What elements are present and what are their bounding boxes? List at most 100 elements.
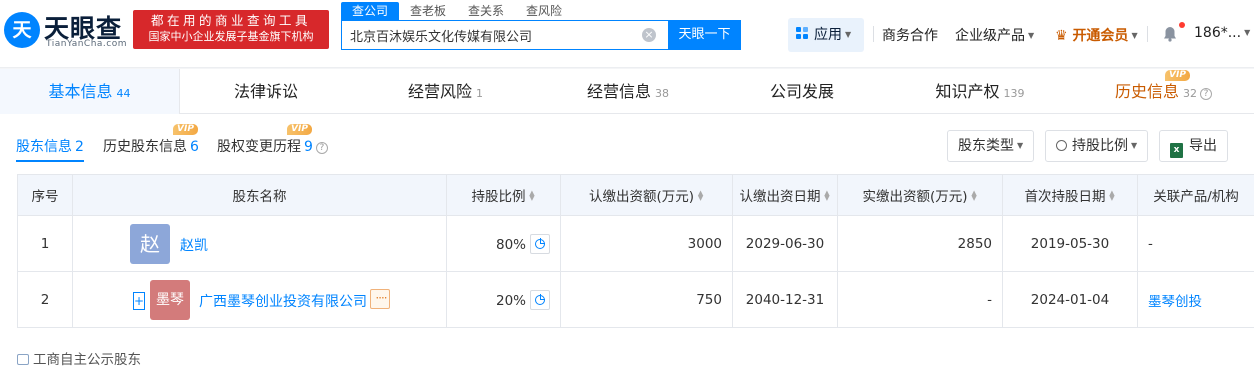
- pie-chart-icon[interactable]: [530, 233, 550, 254]
- col-subscribed-amount[interactable]: 认缴出资额(万元) ▲ ▼: [560, 174, 733, 216]
- search-button[interactable]: 天眼一下: [668, 20, 741, 50]
- search-tab-relation[interactable]: 查关系: [457, 2, 515, 20]
- chevron-down-icon: ▼: [1017, 141, 1024, 150]
- tab-count: 32: [1183, 87, 1197, 100]
- chevron-down-icon: ▼: [1131, 31, 1138, 40]
- share-ratio-cell: 20%: [446, 271, 561, 328]
- share-ratio-filter[interactable]: 持股比例 ▼: [1045, 130, 1149, 162]
- subscribe-date: 2029-06-30: [732, 215, 838, 272]
- shareholder-type-filter[interactable]: 股东类型 ▼: [947, 130, 1035, 162]
- sort-icon[interactable]: ▲ ▼: [971, 190, 978, 202]
- table-header-row: 序号 股东名称 持股比例 ▲ ▼ 认缴出资额(万元) ▲ ▼ 认缴出资日期 ▲ ▼ 实缴出资…: [17, 174, 1254, 216]
- clear-icon[interactable]: ×: [642, 28, 656, 42]
- col-paid-amount[interactable]: 实缴出资额(万元) ▲ ▼: [837, 174, 1003, 216]
- enterprise-label: 企业级产品: [955, 28, 1025, 44]
- col-label: 认缴出资额(万元): [588, 189, 695, 205]
- shareholder-table: 序号 股东名称 持股比例 ▲ ▼ 认缴出资额(万元) ▲ ▼ 认缴出资日期 ▲ ▼ 实缴出资…: [17, 174, 1254, 328]
- shareholder-cell: 赵 赵凯: [72, 215, 447, 272]
- chevron-down-icon: ▼: [1244, 28, 1251, 37]
- chevron-down-icon: ▼: [1131, 141, 1138, 150]
- avatar: 墨琴: [150, 280, 190, 320]
- crown-icon: ♛: [1055, 28, 1068, 44]
- active-subtab-indicator: [16, 160, 84, 162]
- vip-badge: VIP: [1165, 70, 1190, 81]
- col-related-products: 关联产品/机构: [1137, 174, 1254, 216]
- table-row: 1 赵 赵凯 80% 3000 2029-06-30 2850 2019-05-…: [17, 215, 1254, 272]
- col-share-ratio[interactable]: 持股比例 ▲ ▼: [446, 174, 561, 216]
- subtab-shareholders[interactable]: 股东信息 2: [16, 136, 84, 156]
- first-holding-date: 2024-01-04: [1002, 271, 1138, 328]
- bell-icon[interactable]: [1163, 26, 1177, 42]
- subtab-label: 历史股东信息: [103, 139, 187, 155]
- subscribe-date: 2040-12-31: [732, 271, 838, 328]
- logo-mark: 天: [4, 12, 40, 48]
- help-icon[interactable]: ?: [315, 142, 328, 154]
- help-icon[interactable]: ?: [1200, 88, 1212, 100]
- expand-button[interactable]: +: [133, 292, 145, 310]
- tab-company-development[interactable]: 公司发展: [717, 69, 887, 114]
- export-button[interactable]: x 导出: [1159, 130, 1228, 162]
- tab-litigation[interactable]: 法律诉讼: [180, 69, 352, 114]
- slogan-banner[interactable]: 都在用的商业查询工具 国家中小企业发展子基金旗下机构: [133, 10, 329, 49]
- sort-icon[interactable]: ▲ ▼: [529, 190, 536, 202]
- divider: [1147, 26, 1148, 42]
- sort-icon[interactable]: ▲ ▼: [824, 190, 831, 202]
- tab-label: 法律诉讼: [233, 82, 298, 101]
- apps-grid-icon: [796, 27, 809, 40]
- shareholder-name-link[interactable]: 赵凯: [180, 235, 208, 255]
- tab-label: 基本信息: [48, 82, 113, 101]
- avatar: 赵: [130, 224, 170, 264]
- tab-basic-info[interactable]: 基本信息 44: [0, 69, 180, 114]
- col-first-holding-date[interactable]: 首次持股日期 ▲ ▼: [1002, 174, 1138, 216]
- apps-button[interactable]: 应用 ▼: [788, 18, 864, 52]
- sort-icon[interactable]: ▲ ▼: [697, 190, 704, 202]
- enterprise-products-menu[interactable]: 企业级产品 ▼: [955, 25, 1034, 45]
- tab-count: 38: [655, 87, 669, 100]
- related-products: -: [1137, 215, 1254, 272]
- search-tab-risk[interactable]: 查风险: [515, 2, 573, 20]
- excel-icon: x: [1170, 143, 1183, 158]
- tab-label: 公司发展: [769, 82, 834, 101]
- export-label: 导出: [1189, 138, 1217, 154]
- related-product-link[interactable]: 墨琴创投: [1137, 271, 1254, 328]
- business-link[interactable]: 商务合作: [882, 25, 938, 45]
- subtab-history-shareholders[interactable]: 历史股东信息 6: [103, 136, 199, 156]
- col-index: 序号: [17, 174, 73, 216]
- col-subscribe-date[interactable]: 认缴出资日期 ▲ ▼: [732, 174, 838, 216]
- vip-menu[interactable]: ♛ 开通会员 ▼: [1055, 25, 1138, 45]
- subtab-equity-changes[interactable]: 股权变更历程 9?: [217, 136, 328, 156]
- first-holding-date: 2019-05-30: [1002, 215, 1138, 272]
- shareholder-name-link[interactable]: 广西墨琴创业投资有限公司: [199, 291, 367, 311]
- vip-badge: VIP: [287, 124, 312, 135]
- tab-history-info[interactable]: 历史信息 32?: [1073, 69, 1254, 114]
- logo[interactable]: 天 天眼查 TianYanCha.com: [4, 8, 128, 52]
- public-shareholder-note[interactable]: 工商自主公示股东: [17, 348, 141, 368]
- row-index: 1: [17, 215, 73, 272]
- subtab-label: 股东信息: [16, 139, 72, 155]
- search-type-tabs: 查公司 查老板 查关系 查风险: [341, 2, 573, 20]
- tab-count: 1: [476, 87, 483, 100]
- slogan-line2: 国家中小企业发展子基金旗下机构: [148, 30, 314, 43]
- subtab-count: 9: [304, 139, 313, 155]
- user-menu[interactable]: 186*... ▼: [1194, 25, 1250, 41]
- tab-label: 历史信息: [1114, 82, 1179, 101]
- logo-domain: TianYanCha.com: [46, 39, 128, 49]
- apps-label: 应用: [814, 27, 842, 43]
- tab-intellectual-property[interactable]: 知识产权 139: [887, 69, 1073, 114]
- paid-amount: -: [837, 271, 1003, 328]
- tab-operating-risk[interactable]: 经营风险 1: [352, 69, 539, 114]
- shareholder-cell: + 墨琴 广西墨琴创业投资有限公司 ᠁: [72, 271, 447, 328]
- enterprise-tag-icon[interactable]: ᠁: [370, 289, 390, 309]
- pie-chart-icon[interactable]: [530, 289, 550, 310]
- percent-icon: [1056, 140, 1067, 151]
- search-tab-boss[interactable]: 查老板: [399, 2, 457, 20]
- top-header: 天 天眼查 TianYanCha.com 都在用的商业查询工具 国家中小企业发展…: [0, 0, 1254, 68]
- subtab-label: 股权变更历程: [217, 139, 301, 155]
- tab-operating-info[interactable]: 经营信息 38: [539, 69, 717, 114]
- search-tab-company[interactable]: 查公司: [341, 2, 400, 20]
- col-label: 实缴出资额(万元): [862, 189, 968, 205]
- user-phone: 186*...: [1194, 25, 1242, 41]
- search-input[interactable]: [342, 21, 632, 49]
- col-shareholder-name: 股东名称: [72, 174, 447, 216]
- sort-icon[interactable]: ▲ ▼: [1109, 190, 1116, 202]
